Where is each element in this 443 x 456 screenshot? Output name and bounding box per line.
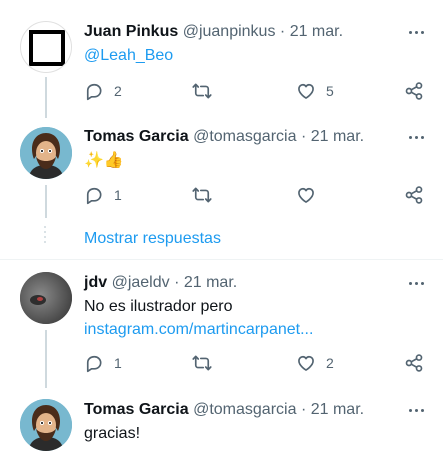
like-button[interactable]: 5 <box>296 80 334 102</box>
more-options-button[interactable] <box>405 272 427 294</box>
tweet-link: instagram.com/martincarpanet... <box>84 319 313 341</box>
tweet-date[interactable]: 21 mar. <box>311 128 364 145</box>
reply-button[interactable]: 2 <box>84 80 122 102</box>
like-icon <box>298 355 314 371</box>
reply-icon <box>86 83 102 101</box>
more-options-button[interactable] <box>405 21 427 43</box>
share-button[interactable] <box>404 352 424 374</box>
retweet-button[interactable] <box>192 352 212 374</box>
avatar[interactable] <box>20 399 72 451</box>
tweet-tomas-garcia-reply[interactable]: Tomas Garcia @tomasgarcia · 21 mar. grac… <box>0 388 443 456</box>
share-icon <box>405 186 423 204</box>
thread-line <box>45 77 47 118</box>
share-icon <box>405 82 423 100</box>
external-link[interactable]: instagram.com/martincarpanet... <box>84 321 313 338</box>
author-name[interactable]: jdv <box>84 274 107 291</box>
avatar[interactable] <box>20 272 72 324</box>
reply-icon <box>86 187 102 205</box>
reply-icon <box>86 355 102 373</box>
thread-line <box>45 330 47 388</box>
like-icon <box>298 187 314 203</box>
like-button[interactable]: 2 <box>296 352 334 374</box>
reply-count: 1 <box>114 187 122 203</box>
tweet-actions: 1 <box>84 184 424 206</box>
tweet-jdv[interactable]: jdv @jaeldv · 21 mar. No es ilustrador p… <box>0 260 443 388</box>
like-count: 2 <box>326 355 334 371</box>
share-button[interactable] <box>404 184 424 206</box>
tweet-text: @Leah_Beo <box>84 45 173 67</box>
separator: · <box>300 128 307 145</box>
avatar-illustration <box>20 127 72 179</box>
author-handle[interactable]: @tomasgarcia <box>193 128 296 145</box>
tweet-text: gracias! <box>84 425 141 442</box>
tweet-date[interactable]: 21 mar. <box>311 401 364 418</box>
tweet-header: Tomas Garcia @tomasgarcia · 21 mar. <box>84 398 364 422</box>
retweet-button[interactable] <box>192 80 212 102</box>
tweet-text: ✨👍 <box>84 152 124 169</box>
author-name[interactable]: Juan Pinkus <box>84 23 178 40</box>
more-options-button[interactable] <box>405 126 427 148</box>
share-icon <box>405 354 423 372</box>
avatar-illustration <box>20 399 72 451</box>
author-name[interactable]: Tomas Garcia <box>84 401 189 418</box>
author-name[interactable]: Tomas Garcia <box>84 128 189 145</box>
reply-count: 1 <box>114 355 122 371</box>
more-options-button[interactable] <box>405 399 427 421</box>
tweet-header: Juan Pinkus @juanpinkus · 21 mar. <box>84 20 343 44</box>
tweet-date[interactable]: 21 mar. <box>184 274 237 291</box>
thread-line <box>45 185 47 218</box>
author-handle[interactable]: @tomasgarcia <box>193 401 296 418</box>
like-icon <box>298 83 314 99</box>
tweet-tomas-garcia[interactable]: Tomas Garcia @tomasgarcia · 21 mar. ✨👍 1 <box>0 118 443 218</box>
like-button[interactable] <box>296 184 316 206</box>
reply-button[interactable]: 1 <box>84 184 122 206</box>
show-replies-link[interactable]: Mostrar respuestas <box>84 229 221 249</box>
avatar-photo <box>20 272 72 324</box>
separator: · <box>300 401 307 418</box>
avatar-frame-image <box>29 30 65 66</box>
tweet-date[interactable]: 21 mar. <box>290 23 343 40</box>
share-button[interactable] <box>404 80 424 102</box>
tweet-header: jdv @jaeldv · 21 mar. <box>84 271 237 295</box>
separator: · <box>279 23 286 40</box>
mention-link[interactable]: @Leah_Beo <box>84 47 173 64</box>
tweet-actions: 2 5 <box>84 80 424 102</box>
reply-button[interactable]: 1 <box>84 352 122 374</box>
tweet-text: No es ilustrador pero <box>84 298 233 315</box>
retweet-icon <box>192 355 212 371</box>
tweet-juan-pinkus[interactable]: Juan Pinkus @juanpinkus · 21 mar. @Leah_… <box>0 0 443 118</box>
separator: · <box>174 274 180 291</box>
avatar[interactable] <box>20 127 72 179</box>
retweet-button[interactable] <box>192 184 212 206</box>
avatar[interactable] <box>20 21 72 73</box>
author-handle[interactable]: @jaeldv <box>112 274 170 291</box>
retweet-icon <box>192 83 212 99</box>
tweet-actions: 1 2 <box>84 352 424 374</box>
like-count: 5 <box>326 83 334 99</box>
reply-count: 2 <box>114 83 122 99</box>
retweet-icon <box>192 187 212 203</box>
author-handle[interactable]: @juanpinkus <box>183 23 276 40</box>
tweet-header: Tomas Garcia @tomasgarcia · 21 mar. <box>84 125 364 149</box>
thread-continuation-dots <box>44 226 47 246</box>
